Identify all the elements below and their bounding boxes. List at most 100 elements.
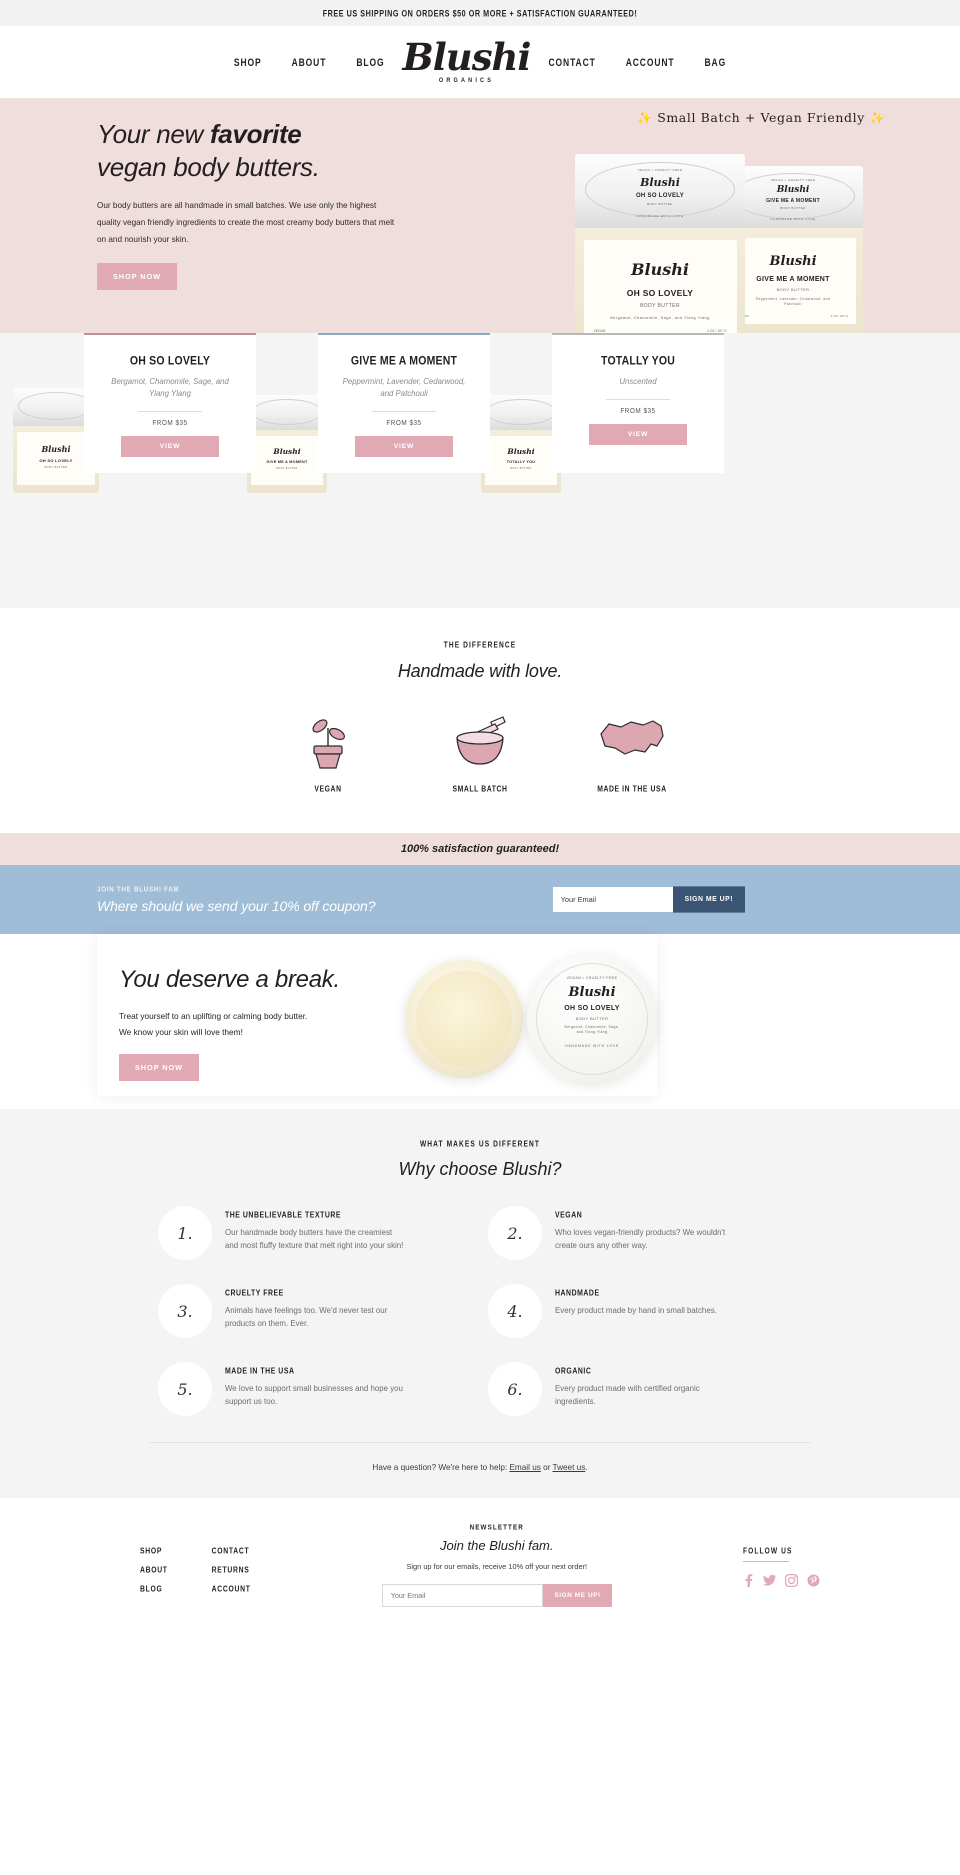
footer-newsletter: NEWSLETTER Join the Blushi fam. Sign up … [381,1523,612,1607]
sparkle-icon-right: ✨ [869,111,885,125]
footer-newsletter-form: SIGN ME UP! [381,1584,612,1607]
help-tweet-link[interactable]: Tweet us [553,1463,586,1472]
products-section: Blushi OH SO LOVELY BODY BUTTER Blushi G… [0,333,960,608]
footer-follow: FOLLOW US [743,1524,820,1607]
pinterest-icon[interactable] [807,1574,820,1589]
newsletter-eyebrow: JOIN THE BLUSHI FAM [97,884,180,894]
difference-heading: Handmade with love. [397,661,563,681]
logo-wordmark: Blushi [402,35,531,80]
footer-link-about[interactable]: ABOUT [140,1566,168,1574]
product-card-give-me-a-moment[interactable]: GIVE ME A MOMENT Peppermint, Lavender, C… [318,333,490,473]
site-logo[interactable]: Blushi ORGANICS [402,35,531,85]
jar1-subtitle: BODY BUTTER [647,202,673,206]
footer-link-contact[interactable]: CONTACT [212,1547,251,1555]
why-item-6: 6. ORGANIC Every product made with certi… [480,1362,810,1416]
footer-newsletter-body: Sign up for our emails, receive 10% off … [406,1562,588,1571]
product-view-button-3[interactable]: VIEW [589,424,687,446]
primary-nav-left: SHOP ABOUT BLOG [234,56,385,69]
newsletter-heading: Where should we send your 10% off coupon… [97,897,376,914]
nav-item-account[interactable]: ACCOUNT [626,56,675,69]
hero-section: Your new favorite vegan body butters. Ou… [0,98,960,354]
why-item-1-title: THE UNBELIEVABLE TEXTURE [225,1211,342,1220]
why-item-3-body: Animals have feelings too. We'd never te… [225,1306,388,1329]
break-jar-subtitle: BODY BUTTER [575,1016,609,1021]
product-view-button-1[interactable]: VIEW [121,436,219,458]
product-jar-3-image: Blushi TOTALLY YOU BODY BUTTER [481,395,561,493]
newsletter-signup-button[interactable]: SIGN ME UP! [672,886,745,913]
satisfaction-text: 100% satisfaction guaranteed! [400,843,560,855]
why-item-2-body: Who loves vegan-friendly products? We wo… [555,1228,726,1251]
instagram-icon[interactable] [784,1573,799,1589]
footer-link-account[interactable]: ACCOUNT [212,1585,251,1593]
product-card-accent-2 [318,333,490,335]
footer-column-1: SHOP ABOUT BLOG [140,1547,168,1607]
footer-link-blog[interactable]: BLOG [140,1585,168,1593]
product-name-1: OH SO LOVELY [129,354,211,368]
why-item-6-number: 6. [488,1362,542,1416]
help-prefix: Have a question? We're here to help: [372,1463,510,1472]
hero-heading: Your new favorite vegan body butters. [97,118,320,184]
why-item-2-number: 2. [488,1206,542,1260]
break-jar-bottom-text: HANDMADE WITH LOVE [565,1043,619,1048]
jar2-label-title: GIVE ME A MOMENT [756,276,830,283]
footer-email-input[interactable] [381,1584,544,1607]
difference-section: THE DIFFERENCE Handmade with love. VEGAN [0,608,960,833]
product-card-totally-you[interactable]: TOTALLY YOU Unscented FROM $35 VIEW [552,333,724,473]
hero-heading-line1-bold: favorite [209,119,302,149]
break-shop-now-button[interactable]: SHOP NOW [119,1054,199,1081]
break-product-imagery: VEGAN • CRUELTY FREE Blushi OH SO LOVELY… [405,952,695,1084]
newsletter-email-input[interactable] [552,887,673,912]
nav-item-blog[interactable]: BLOG [356,56,384,69]
product-view-button-2[interactable]: VIEW [355,436,453,458]
why-item-4-number: 4. [488,1284,542,1338]
help-suffix: . [585,1463,588,1472]
newsletter-band: JOIN THE BLUSHI FAM Where should we send… [0,865,960,934]
jar1-title: OH SO LOVELY [635,193,685,199]
why-items-grid: 1. THE UNBELIEVABLE TEXTURE Our handmade… [150,1206,810,1416]
jar1-bottom-text: HANDMADE WITH LOVE [636,214,684,218]
why-item-5-body: We love to support small businesses and … [225,1384,403,1407]
nav-item-shop[interactable]: SHOP [234,56,262,69]
footer-newsletter-eyebrow: NEWSLETTER [469,1523,524,1532]
product-price-1: FROM $35 [152,419,188,428]
product-notes-3: Unscented [619,377,657,386]
footer-link-columns: SHOP ABOUT BLOG CONTACT RETURNS ACCOUNT [140,1524,251,1607]
product-divider-1 [138,411,202,413]
feature-vegan-label: VEGAN [314,785,342,794]
footer-link-shop[interactable]: SHOP [140,1547,168,1555]
hero-shop-now-button[interactable]: SHOP NOW [97,263,177,290]
break-body: Treat yourself to an uplifting or calmin… [119,1008,307,1040]
jar1-label-subtitle: BODY BUTTER [640,303,680,309]
footer-social-links [743,1573,820,1589]
primary-nav-right: CONTACT ACCOUNT BAG [549,56,727,69]
break-heading: You deserve a break. [119,966,340,993]
jar1-top-text: VEGAN + CRUELTY FREE [637,168,683,172]
logo-subtitle: ORGANICS [438,76,495,85]
labelled-jar-lid: VEGAN • CRUELTY FREE Blushi OH SO LOVELY… [527,954,657,1084]
nav-item-bag[interactable]: BAG [705,56,727,69]
facebook-icon[interactable] [743,1574,754,1589]
hero-jar-oh-so-lovely: VEGAN + CRUELTY FREE Blushi OH SO LOVELY… [575,154,745,354]
why-item-5-number: 5. [158,1362,212,1416]
hero-heading-line1-pre: Your new [97,119,210,149]
why-item-6-body: Every product made with certified organi… [555,1384,700,1407]
footer-signup-button[interactable]: SIGN ME UP! [543,1584,612,1607]
why-item-1: 1. THE UNBELIEVABLE TEXTURE Our handmade… [150,1206,480,1260]
jar2-label-notes: Peppermint, Lavender, Cedarwood, and Pat… [755,297,831,307]
hero-heading-line2: vegan body butters. [97,151,320,182]
footer-link-returns[interactable]: RETURNS [212,1566,251,1574]
why-item-4-body: Every product made by hand in small batc… [555,1306,717,1315]
feature-small-batch: SMALL BATCH [443,708,517,794]
footer-follow-underline [743,1561,789,1562]
satisfaction-banner: 100% satisfaction guaranteed! [0,833,960,865]
help-email-link[interactable]: Email us [509,1463,540,1472]
sparkle-icon-left: ✨ [637,111,653,125]
product-card-oh-so-lovely[interactable]: OH SO LOVELY Bergamot, Chamomile, Sage, … [84,333,256,473]
jar1-label-notes: Bergamot, Chamomile, Sage, and Ylang Yla… [610,315,710,320]
nav-item-contact[interactable]: CONTACT [549,56,596,69]
nav-item-about[interactable]: ABOUT [292,56,327,69]
site-footer: SHOP ABOUT BLOG CONTACT RETURNS ACCOUNT … [0,1498,960,1627]
twitter-icon[interactable] [763,1574,776,1589]
product-name-2: GIVE ME A MOMENT [350,354,458,368]
break-body-line1: Treat yourself to an uplifting or calmin… [119,1011,308,1021]
